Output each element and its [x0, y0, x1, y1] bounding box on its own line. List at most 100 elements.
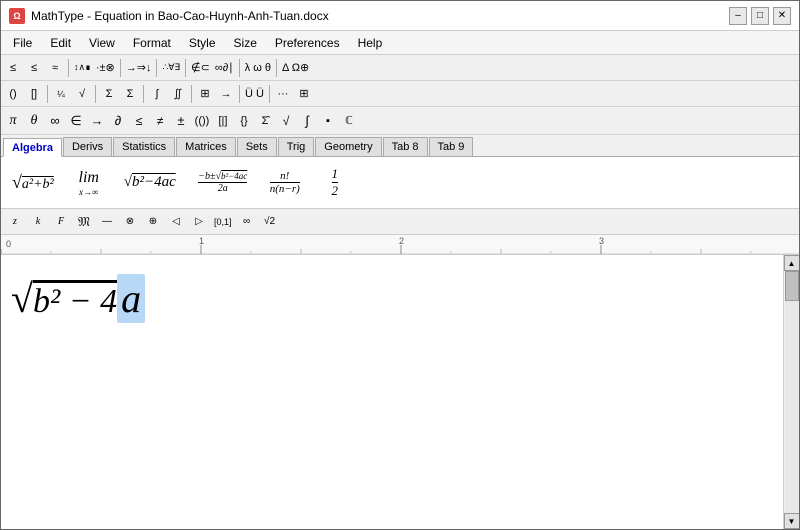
- app-window: Ω MathType - Equation in Bao-Cao-Huynh-A…: [0, 0, 800, 530]
- tb-Udot[interactable]: Ü Ü: [243, 84, 266, 104]
- tab-geometry[interactable]: Geometry: [315, 137, 381, 156]
- tb-in[interactable]: ∈: [66, 111, 86, 131]
- edit-canvas[interactable]: √b² − 4a Cut Copy Paste Clear Custom Spe…: [1, 255, 799, 529]
- tb-matrix[interactable]: ⊞: [195, 84, 215, 104]
- toolbar-row-1: ≤ ≤ ≈ ↕∧∎ ·±⊗ →⇒↓ ∴∀∃ ∉⊂ ∞∂∣ λ ω θ Δ Ω⊕: [1, 55, 799, 81]
- tab-sets[interactable]: Sets: [237, 137, 277, 156]
- tb-bracket2[interactable]: [|]: [213, 111, 233, 131]
- menu-file[interactable]: File: [5, 34, 40, 52]
- tb-sigmahat[interactable]: Σ̂: [255, 111, 275, 131]
- tb-partial[interactable]: ∂: [108, 111, 128, 131]
- scroll-track[interactable]: [785, 271, 799, 513]
- sep9: [143, 85, 144, 103]
- tab-statistics[interactable]: Statistics: [113, 137, 175, 156]
- tb-lambda[interactable]: λ ω θ: [243, 58, 273, 78]
- svg-text:2: 2: [399, 236, 404, 246]
- tb-theta[interactable]: θ: [24, 111, 44, 131]
- tab-9[interactable]: Tab 9: [429, 137, 474, 156]
- menu-size[interactable]: Size: [226, 34, 265, 52]
- sml-frak[interactable]: 𝔐: [74, 212, 94, 232]
- app-icon: Ω: [9, 8, 25, 24]
- tb-rarr[interactable]: →⇒↓: [124, 58, 154, 78]
- sml-k[interactable]: k: [28, 212, 48, 232]
- tb-sigma[interactable]: Σ: [99, 84, 119, 104]
- tb-ab[interactable]: ↕∧∎: [72, 58, 93, 78]
- sep3: [156, 59, 157, 77]
- tb-frac[interactable]: ¼: [51, 84, 71, 104]
- eq-template-quad2[interactable]: −b±√b²−4ac 2a: [193, 163, 253, 203]
- tb-paren[interactable]: (): [3, 84, 23, 104]
- tab-derivs[interactable]: Derivs: [63, 137, 112, 156]
- eq-template-quad1[interactable]: √b²−4ac: [119, 163, 181, 203]
- eq-template-lim[interactable]: lim x→∞: [71, 163, 107, 203]
- sml-infty[interactable]: ∞: [237, 212, 257, 232]
- tb-intsym[interactable]: ∫: [297, 111, 317, 131]
- sep8: [95, 85, 96, 103]
- tab-8[interactable]: Tab 8: [383, 137, 428, 156]
- eq-template-sqrt-ab[interactable]: √a²+b²: [7, 163, 59, 203]
- minimize-button[interactable]: –: [729, 7, 747, 25]
- equation-display: √b² − 4a: [11, 275, 145, 322]
- sep5: [239, 59, 240, 77]
- tb-pi[interactable]: π: [3, 111, 23, 131]
- tb-leq[interactable]: ≤: [3, 58, 23, 78]
- tb-dotdot[interactable]: ∴∀∃: [160, 58, 182, 78]
- tb-infty2[interactable]: ∞: [45, 111, 65, 131]
- tb-brace[interactable]: {}: [234, 111, 254, 131]
- tb-grid[interactable]: ⊞: [294, 84, 314, 104]
- tb-bracket[interactable]: []: [24, 84, 44, 104]
- eq-template-half[interactable]: 1 2: [317, 163, 353, 203]
- menu-style[interactable]: Style: [181, 34, 224, 52]
- tb-pm[interactable]: ±: [171, 111, 191, 131]
- tb-sigma2[interactable]: Σ: [120, 84, 140, 104]
- tab-matrices[interactable]: Matrices: [176, 137, 236, 156]
- tb-sqrtsym[interactable]: √: [276, 111, 296, 131]
- tab-algebra[interactable]: Algebra: [3, 138, 62, 157]
- tb-approx[interactable]: ≈: [45, 58, 65, 78]
- tb-leq2[interactable]: ≤: [24, 58, 44, 78]
- title-bar: Ω MathType - Equation in Bao-Cao-Huynh-A…: [1, 1, 799, 31]
- tb-le[interactable]: ≤: [129, 111, 149, 131]
- sep10: [191, 85, 192, 103]
- menu-edit[interactable]: Edit: [42, 34, 79, 52]
- sep12: [269, 85, 270, 103]
- tb-arrow2[interactable]: →: [216, 84, 236, 104]
- scroll-thumb[interactable]: [785, 271, 799, 301]
- tab-row: Algebra Derivs Statistics Matrices Sets …: [1, 135, 799, 157]
- sml-dash[interactable]: —: [97, 212, 117, 232]
- scroll-down-button[interactable]: ▼: [784, 513, 800, 529]
- sml-interval[interactable]: [0,1]: [212, 212, 234, 232]
- sml-rtri[interactable]: ▷: [189, 212, 209, 232]
- tb-notin[interactable]: ∉⊂: [189, 58, 212, 78]
- sep11: [239, 85, 240, 103]
- sml-otimes[interactable]: ⊗: [120, 212, 140, 232]
- menu-format[interactable]: Format: [125, 34, 179, 52]
- scroll-up-button[interactable]: ▲: [784, 255, 800, 271]
- tb-sqrt[interactable]: √: [72, 84, 92, 104]
- menu-help[interactable]: Help: [350, 34, 391, 52]
- tab-trig[interactable]: Trig: [278, 137, 315, 156]
- tb-infty[interactable]: ∞∂∣: [213, 58, 236, 78]
- ruler-svg: 0 1 2 3: [1, 235, 799, 255]
- menu-view[interactable]: View: [81, 34, 123, 52]
- sml-sqrt2[interactable]: √2: [260, 212, 280, 232]
- tb-int2[interactable]: ∬: [168, 84, 188, 104]
- sml-z[interactable]: z: [5, 212, 25, 232]
- tb-int[interactable]: ∫: [147, 84, 167, 104]
- tb-cdot[interactable]: ·±⊗: [94, 58, 117, 78]
- tb-custom1[interactable]: ℂ: [339, 111, 359, 131]
- close-button[interactable]: ✕: [773, 7, 791, 25]
- tb-dots[interactable]: ···: [273, 84, 293, 104]
- sml-ltri[interactable]: ◁: [166, 212, 186, 232]
- menu-preferences[interactable]: Preferences: [267, 34, 348, 52]
- tb-to[interactable]: →: [87, 111, 107, 131]
- restore-button[interactable]: □: [751, 7, 769, 25]
- tb-block[interactable]: ▪: [318, 111, 338, 131]
- eq-template-perm[interactable]: n! n(n−r): [265, 163, 305, 203]
- tb-ne[interactable]: ≠: [150, 111, 170, 131]
- tb-paren2[interactable]: (()): [192, 111, 212, 131]
- sml-oplus[interactable]: ⊕: [143, 212, 163, 232]
- sml-F[interactable]: F: [51, 212, 71, 232]
- tb-delta[interactable]: Δ Ω⊕: [280, 58, 311, 78]
- svg-text:3: 3: [599, 236, 604, 246]
